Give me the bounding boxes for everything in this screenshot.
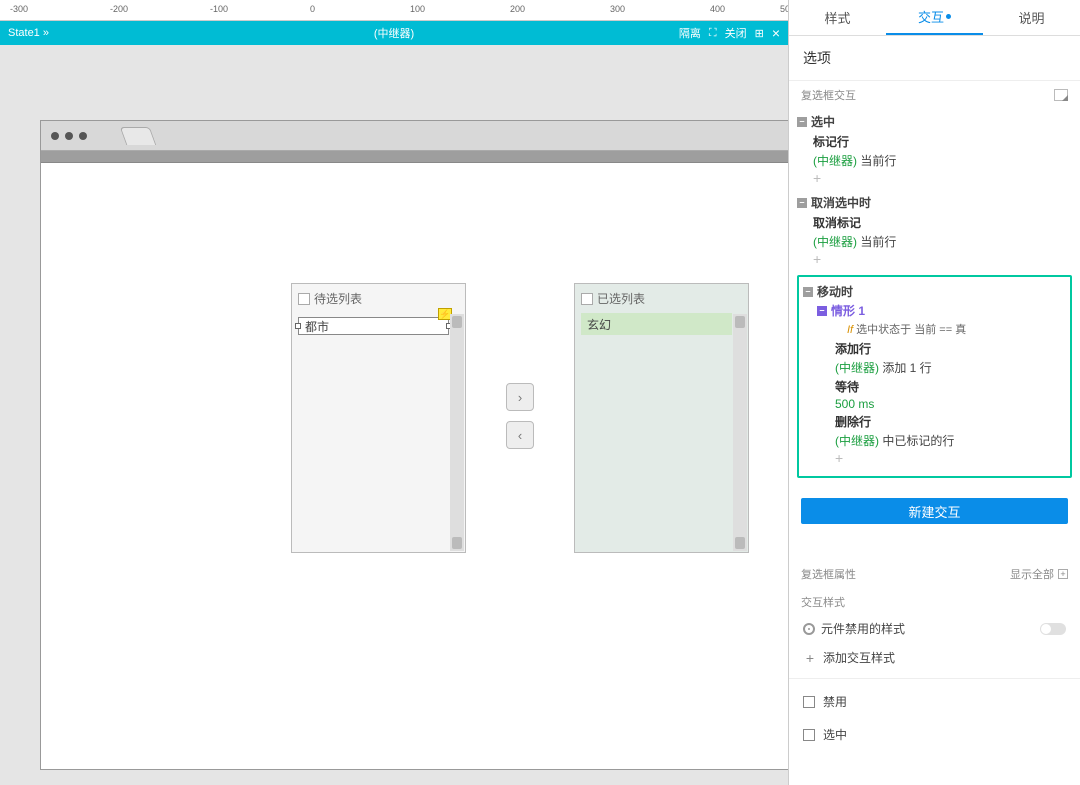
close-edit-icon[interactable]: ⊞	[755, 27, 764, 40]
group-checkbox-interactions: 复选框交互	[801, 87, 856, 103]
options-title: 选项	[789, 36, 1080, 80]
event-selected[interactable]: – 选中	[795, 111, 1074, 132]
window-dot-icon	[79, 132, 87, 140]
add-action-button[interactable]: +	[813, 251, 1074, 271]
target-icon	[803, 623, 815, 635]
collapse-icon[interactable]: –	[817, 306, 827, 316]
plus-icon: +	[1058, 569, 1068, 579]
tab-style[interactable]: 样式	[789, 0, 886, 35]
event-unselected[interactable]: – 取消选中时	[795, 192, 1074, 213]
close-edit-button[interactable]: 关闭	[725, 25, 747, 41]
browser-tab	[120, 127, 157, 145]
disabled-checkbox-row[interactable]: 禁用	[789, 685, 1080, 718]
browser-frame: 待选列表 都市 ⚡	[40, 120, 788, 770]
resize-handle-left[interactable]	[295, 323, 301, 329]
collapse-icon[interactable]: –	[803, 287, 813, 297]
close-icon[interactable]: ×	[772, 25, 780, 41]
design-canvas[interactable]: 待选列表 都市 ⚡	[0, 45, 788, 785]
checkbox-icon[interactable]	[803, 729, 815, 741]
interaction-styles-label: 交互样式	[789, 590, 1080, 614]
available-list-title: 待选列表	[314, 290, 362, 307]
address-bar	[41, 151, 788, 163]
add-action-button[interactable]: +	[835, 450, 1066, 470]
event-move-active[interactable]: – 移动时 – 情形 1 If 选中状态于 当前 == 真 添加行 (中继器) …	[797, 275, 1072, 478]
tab-interactions[interactable]: 交互	[886, 0, 983, 35]
ruler-horizontal: -300 -200 -100 0 100 200 300 400 500	[0, 0, 788, 21]
window-dot-icon	[65, 132, 73, 140]
inspector-panel: 样式 交互 说明 选项 复选框交互 – 选中 标记行 (中继器) 当前行 +	[788, 0, 1080, 785]
group-checkbox-properties: 复选框属性	[801, 566, 856, 582]
breadcrumb: State1 » (中继器) 隔离 ⛶ 关闭 ⊞ ×	[0, 21, 788, 45]
add-interaction-style-button[interactable]: +添加交互样式	[789, 643, 1080, 672]
create-link-icon[interactable]	[1054, 89, 1068, 101]
selected-checkbox-row[interactable]: 选中	[789, 718, 1080, 751]
isolate-button[interactable]: 隔离	[679, 25, 701, 41]
toggle-switch[interactable]	[1040, 623, 1066, 635]
add-action-button[interactable]: +	[813, 170, 1074, 190]
plus-icon: +	[803, 650, 817, 666]
isolate-icon[interactable]: ⛶	[709, 27, 717, 40]
collapse-icon[interactable]: –	[797, 117, 807, 127]
breadcrumb-state[interactable]: State1 »	[8, 27, 49, 39]
checkbox-icon[interactable]	[298, 293, 310, 305]
breadcrumb-widget: (中继器)	[374, 25, 414, 41]
available-list-panel[interactable]: 待选列表 都市 ⚡	[291, 283, 466, 553]
repeater-row[interactable]: 玄幻	[581, 313, 732, 335]
scrollbar[interactable]	[450, 314, 464, 551]
move-right-button[interactable]: ›	[506, 383, 534, 411]
show-all-button[interactable]: 显示全部 +	[1010, 566, 1068, 582]
disabled-style-row[interactable]: 元件禁用的样式	[789, 614, 1080, 643]
collapse-icon[interactable]: –	[797, 198, 807, 208]
selected-list-panel[interactable]: 已选列表 玄幻	[574, 283, 749, 553]
move-left-button[interactable]: ‹	[506, 421, 534, 449]
repeater-row-selected[interactable]: 都市 ⚡	[298, 317, 449, 335]
dot-icon	[946, 14, 951, 19]
case-header[interactable]: – 情形 1	[817, 302, 1066, 319]
window-dot-icon	[51, 132, 59, 140]
new-interaction-button[interactable]: 新建交互	[801, 498, 1068, 524]
checkbox-icon[interactable]	[581, 293, 593, 305]
checkbox-icon[interactable]	[803, 696, 815, 708]
scrollbar[interactable]	[733, 314, 747, 551]
tab-notes[interactable]: 说明	[983, 0, 1080, 35]
selected-list-title: 已选列表	[597, 290, 645, 307]
